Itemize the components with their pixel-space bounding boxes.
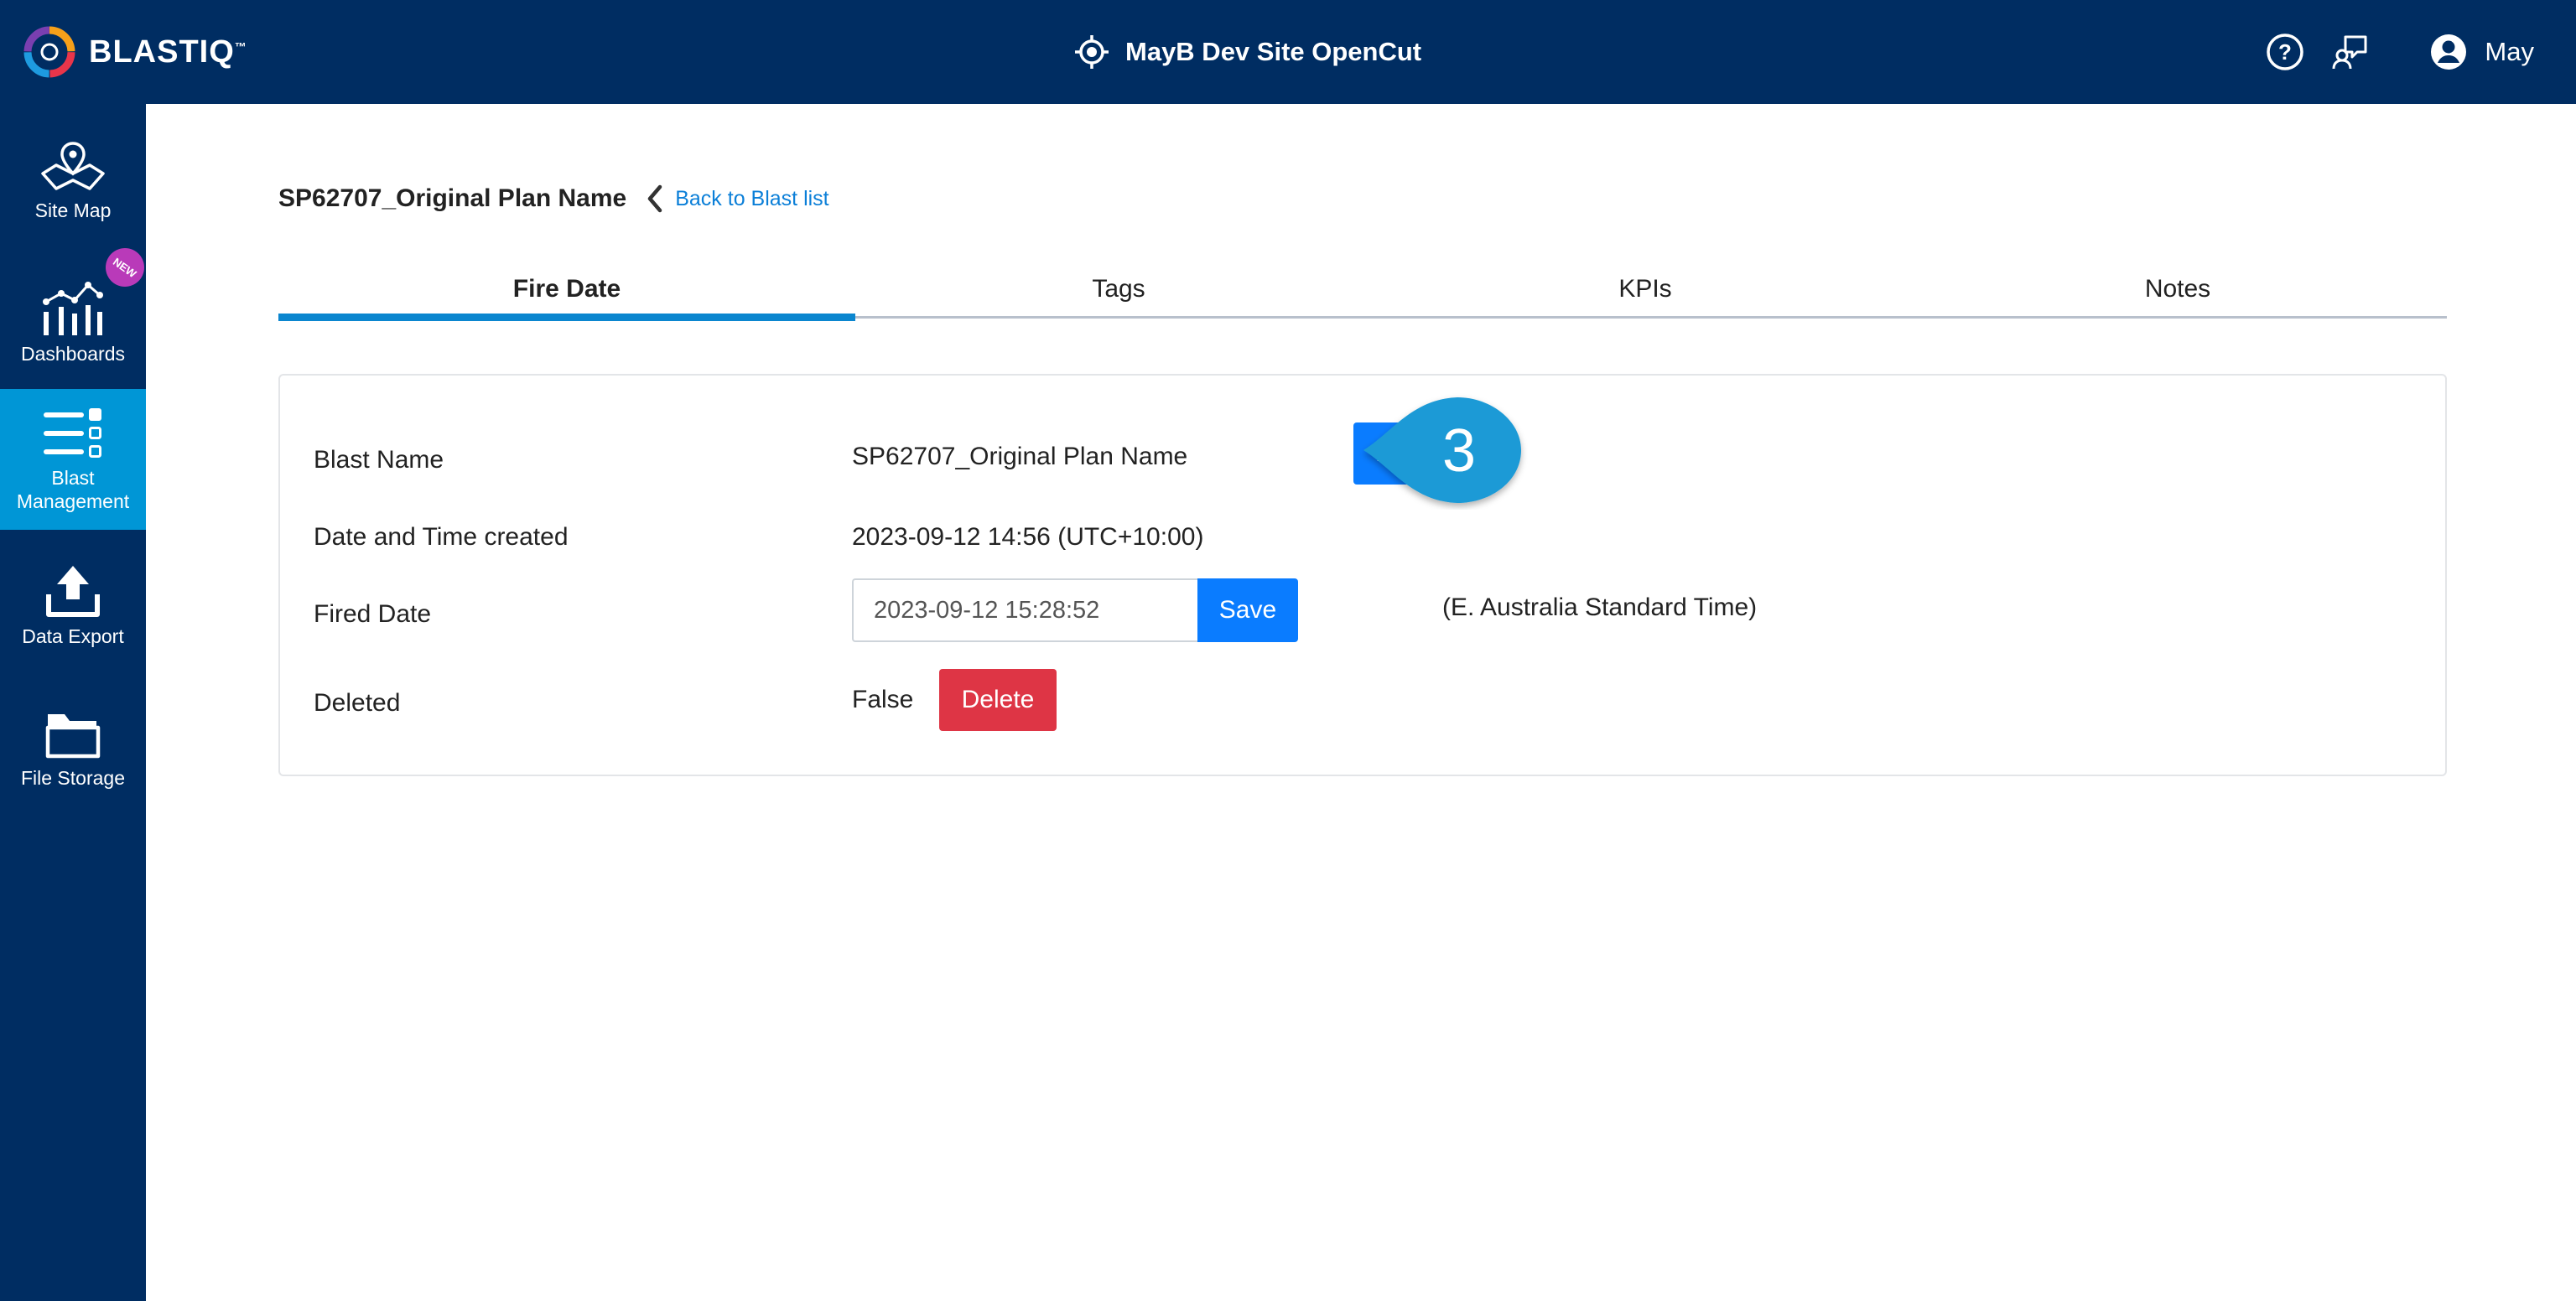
user-name: May <box>2485 37 2534 66</box>
sidebar-item-label: Dashboards <box>20 343 126 365</box>
support-chat-icon[interactable] <box>2330 32 2371 72</box>
fired-date-input[interactable]: 2023-09-12 15:28:52 <box>852 578 1197 642</box>
logo-text: BLASTIQ™ <box>89 34 247 70</box>
back-link-label: Back to Blast list <box>675 186 829 210</box>
sidebar-item-label: File Storage <box>20 767 125 789</box>
sidebar-item-blast-management[interactable]: Blast Management <box>0 389 146 530</box>
upload-icon <box>46 566 100 617</box>
step-number: 3 <box>1442 417 1476 485</box>
page-title: SP62707_Original Plan Name <box>278 184 627 212</box>
sidebar-item-file-storage[interactable]: File Storage <box>0 691 146 805</box>
sidebar-item-label: Site Map <box>34 200 112 221</box>
back-to-blast-list-link[interactable]: Back to Blast list <box>647 184 829 213</box>
tab-fire-date[interactable]: Fire Date <box>278 260 855 321</box>
tab-bar: Fire Date Tags KPIs Notes <box>278 260 2447 321</box>
user-menu[interactable]: May <box>2429 33 2534 71</box>
tab-tags[interactable]: Tags <box>855 260 1382 319</box>
top-right-actions: ? May <box>2265 25 2534 79</box>
tab-kpis[interactable]: KPIs <box>1382 260 1909 319</box>
created-label: Date and Time created <box>314 523 569 551</box>
page-header: SP62707_Original Plan Name Back to Blast… <box>278 184 829 213</box>
sidebar-item-label: Blast Management <box>16 467 130 512</box>
dashboard-icon <box>43 282 103 335</box>
sidebar-item-data-export[interactable]: Data Export <box>0 548 146 662</box>
sidebar: Site Map Dashboards NEW Blast Management <box>0 104 153 1301</box>
deleted-value: False <box>852 686 914 713</box>
blastiq-logo[interactable]: BLASTIQ™ <box>22 22 247 82</box>
map-icon <box>41 142 105 190</box>
site-selector[interactable]: MayB Dev Site OpenCut <box>1073 29 1421 75</box>
save-button[interactable]: Save <box>1197 578 1298 642</box>
delete-button[interactable]: Delete <box>939 669 1057 731</box>
tab-notes[interactable]: Notes <box>1909 260 2447 319</box>
top-bar: BLASTIQ™ MayB Dev Site OpenCut ? May <box>0 0 2576 104</box>
site-name: MayB Dev Site OpenCut <box>1125 37 1422 66</box>
user-avatar-icon <box>2431 34 2467 70</box>
help-icon[interactable]: ? <box>2265 32 2305 72</box>
folder-icon <box>45 714 101 759</box>
deleted-label: Deleted <box>314 689 401 717</box>
fired-date-label: Fired Date <box>314 600 432 628</box>
blast-management-icon <box>44 408 101 458</box>
step-callout-icon: 3 <box>1363 397 1521 503</box>
sidebar-item-site-map[interactable]: Site Map <box>0 126 146 236</box>
blast-name-value: SP62707_Original Plan Name <box>852 443 1188 470</box>
crosshair-icon <box>1075 35 1109 69</box>
created-value: 2023-09-12 14:56 (UTC+10:00) <box>852 523 1204 551</box>
sidebar-item-label: Data Export <box>22 625 124 647</box>
chevron-left-icon <box>647 184 662 213</box>
main-content: SP62707_Original Plan Name Back to Blast… <box>146 104 2576 1301</box>
logo-ring-icon <box>23 26 75 78</box>
timezone-label: (E. Australia Standard Time) <box>1442 593 1758 621</box>
svg-text:?: ? <box>2278 39 2292 65</box>
blast-name-label: Blast Name <box>314 446 444 474</box>
